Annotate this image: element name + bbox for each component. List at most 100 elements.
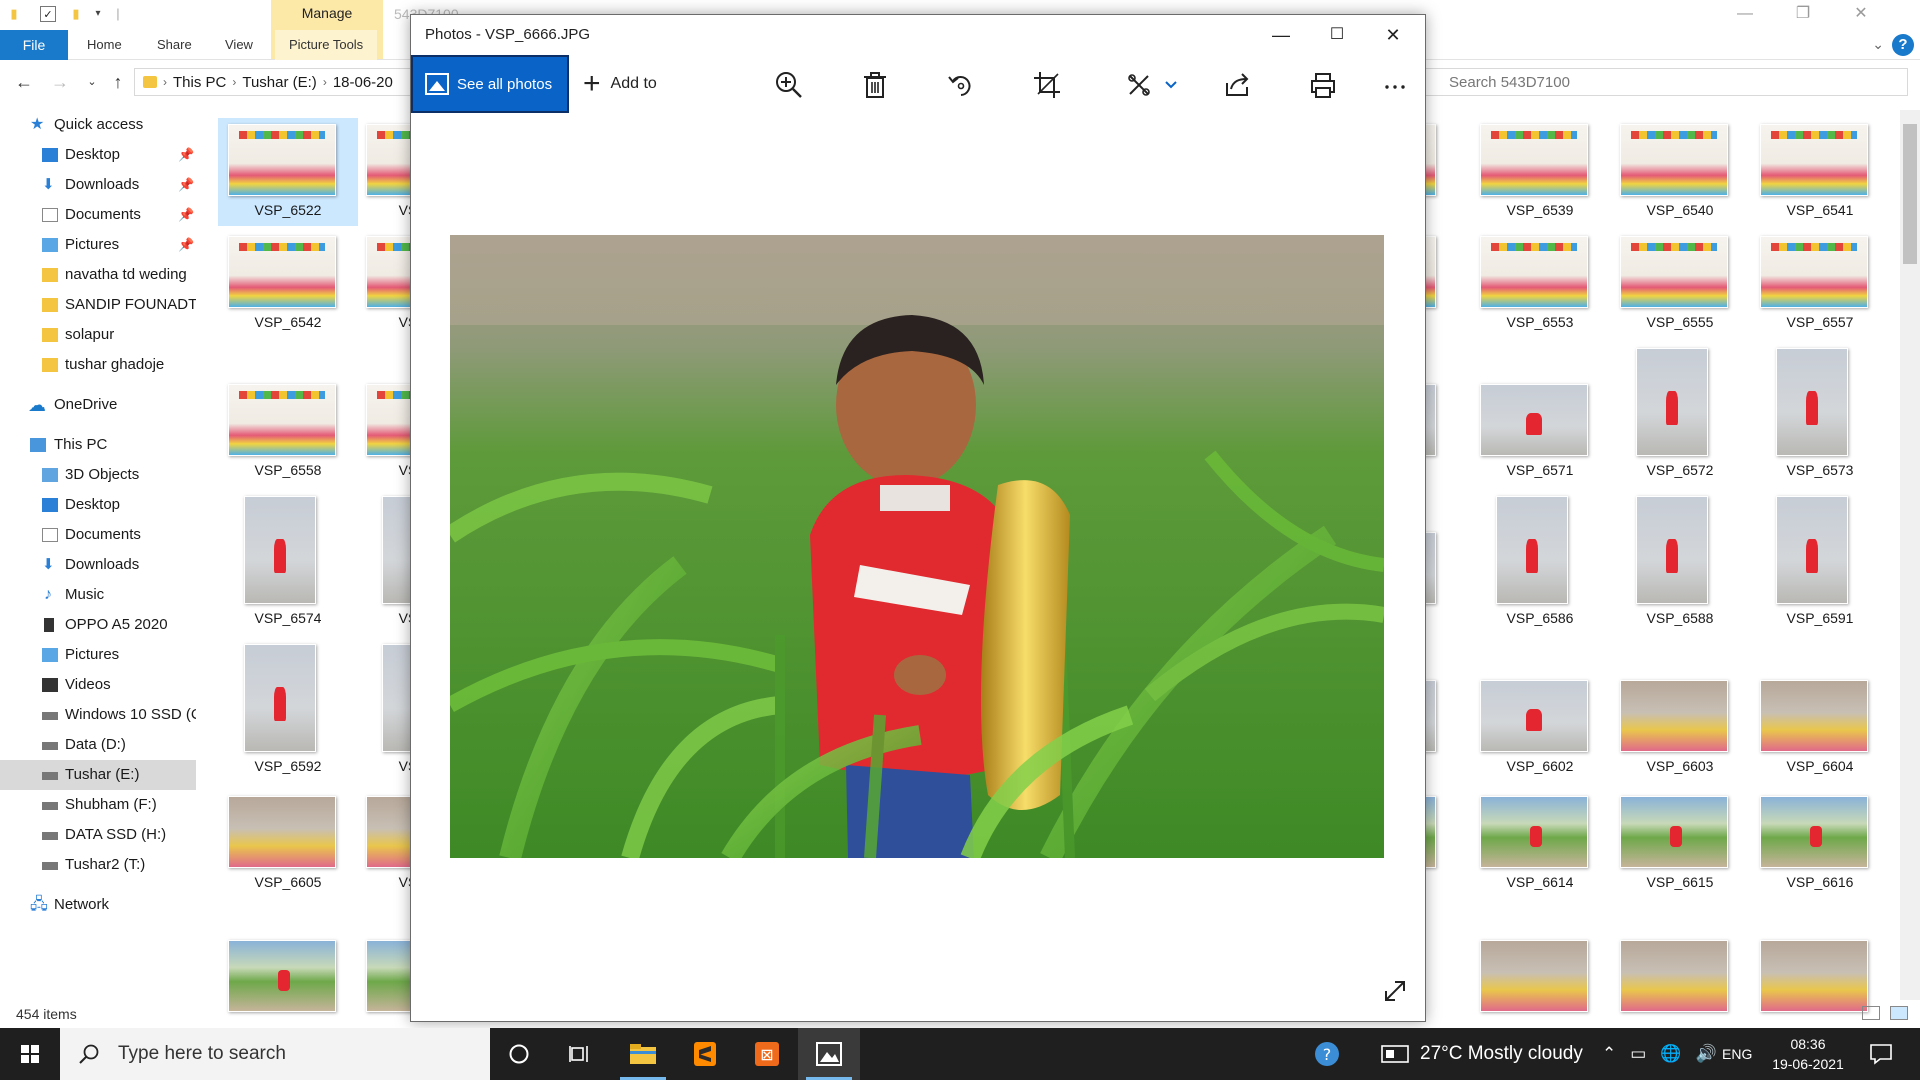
file-thumbnail[interactable]: VSP_6604 — [1750, 674, 1890, 782]
recent-locations-chevron-icon[interactable]: ⌄ — [80, 70, 104, 94]
displayed-photo[interactable] — [450, 235, 1384, 858]
crop-icon[interactable] — [1029, 67, 1065, 103]
maximize-icon[interactable]: ☐ — [1309, 19, 1365, 51]
nav-pc-item[interactable]: Tushar2 (T:) — [0, 850, 196, 880]
more-options-icon[interactable] — [1377, 67, 1413, 103]
up-arrow-icon[interactable]: ↑ — [106, 70, 130, 94]
nav-quick-documents[interactable]: Documents 📌 — [0, 200, 196, 230]
nav-pc-item[interactable]: Data (D:) — [0, 730, 196, 760]
nav-quick-access[interactable]: ★ Quick access — [0, 110, 196, 140]
file-thumbnail[interactable]: VSP_6592 — [218, 644, 358, 782]
file-thumbnail[interactable]: VSP_6557 — [1750, 230, 1890, 338]
chevron-right-icon[interactable]: › — [163, 75, 167, 89]
close-icon[interactable]: ✕ — [1832, 2, 1890, 26]
cortana-icon[interactable] — [488, 1028, 550, 1080]
weather-widget[interactable]: 27°C Mostly cloudy — [1380, 1028, 1583, 1080]
delete-trash-icon[interactable] — [857, 67, 893, 103]
see-all-photos-button[interactable]: See all photos — [411, 55, 569, 113]
explorer-search-input[interactable]: Search 543D7100 — [1420, 68, 1908, 96]
file-thumbnail[interactable]: VSP_6615 — [1610, 790, 1750, 898]
scrollbar-thumb[interactable] — [1903, 124, 1917, 264]
start-button[interactable] — [0, 1028, 60, 1080]
sublime-text-icon[interactable] — [674, 1028, 736, 1080]
tab-share[interactable]: Share — [157, 30, 192, 60]
nav-quick-folder[interactable]: solapur — [0, 320, 196, 350]
nav-pc-item[interactable]: OPPO A5 2020 — [0, 610, 196, 640]
nav-pc-item[interactable]: Shubham (F:) — [0, 790, 196, 820]
chevron-up-icon[interactable]: ⌃ — [1602, 1044, 1616, 1064]
add-to-button[interactable]: + Add to — [583, 69, 657, 99]
nav-pc-item[interactable]: Pictures — [0, 640, 196, 670]
file-thumbnail[interactable]: VSP_6605 — [218, 790, 358, 898]
task-view-icon[interactable] — [550, 1028, 612, 1080]
nav-quick-folder[interactable]: navatha td weding — [0, 260, 196, 290]
chevron-down-icon[interactable]: ⌄ — [1872, 36, 1884, 53]
clock[interactable]: 08:36 19-06-2021 — [1758, 1034, 1858, 1074]
nav-pc-item[interactable]: Videos — [0, 670, 196, 700]
tab-picture-tools[interactable]: Picture Tools — [275, 30, 378, 60]
file-thumbnail[interactable]: VSP_6558 — [218, 378, 358, 486]
file-thumbnail[interactable] — [218, 934, 358, 1042]
file-thumbnail[interactable]: VSP_6573 — [1750, 348, 1890, 486]
share-icon[interactable] — [1219, 67, 1255, 103]
minimize-icon[interactable]: — — [1716, 2, 1774, 26]
file-thumbnail[interactable]: VSP_6571 — [1470, 378, 1610, 486]
address-bar[interactable]: › This PC › Tushar (E:) › 18-06-20 — [134, 68, 424, 96]
nav-quick-desktop[interactable]: Desktop 📌 — [0, 140, 196, 170]
network-globe-icon[interactable]: 🌐 — [1660, 1044, 1681, 1064]
xampp-icon[interactable]: ⊠ — [736, 1028, 798, 1080]
photos-app-taskbar-icon[interactable] — [798, 1028, 860, 1080]
pin-icon[interactable]: 📌 — [178, 230, 194, 260]
zoom-in-icon[interactable] — [771, 67, 807, 103]
file-thumbnail[interactable]: VSP_6572 — [1610, 348, 1750, 486]
pin-icon[interactable]: 📌 — [178, 200, 194, 230]
back-arrow-icon[interactable]: ← — [12, 70, 36, 94]
photos-titlebar[interactable]: Photos - VSP_6666.JPG — ☐ ✕ — [411, 15, 1425, 55]
properties-check-icon[interactable]: ✓ — [40, 6, 56, 22]
pin-icon[interactable]: 📌 — [178, 140, 194, 170]
customize-toolbar-icon[interactable]: ▾ — [90, 6, 106, 22]
print-icon[interactable] — [1305, 67, 1341, 103]
nav-this-pc[interactable]: This PC — [0, 430, 196, 460]
file-thumbnail[interactable]: VSP_6540 — [1610, 118, 1750, 226]
file-thumbnail[interactable]: VSP_6616 — [1750, 790, 1890, 898]
volume-icon[interactable]: 🔊 — [1695, 1044, 1716, 1064]
file-thumbnail[interactable]: VSP_6574 — [218, 496, 358, 634]
nav-quick-pictures[interactable]: Pictures 📌 — [0, 230, 196, 260]
forward-arrow-icon[interactable]: → — [48, 70, 72, 94]
chevron-right-icon[interactable]: › — [232, 75, 236, 89]
expand-fullscreen-icon[interactable] — [1381, 977, 1409, 1005]
close-icon[interactable]: ✕ — [1365, 19, 1421, 51]
nav-pc-item[interactable]: Documents — [0, 520, 196, 550]
nav-pc-item[interactable]: Windows 10 SSD (C — [0, 700, 196, 730]
nav-pc-item[interactable]: Desktop — [0, 490, 196, 520]
file-thumbnail[interactable]: VSP_6588 — [1610, 496, 1750, 634]
nav-pc-item[interactable]: ♪ Music — [0, 580, 196, 610]
file-thumbnail[interactable]: VSP_6614 — [1470, 790, 1610, 898]
edit-enhance-icon[interactable] — [1121, 67, 1157, 103]
language-indicator[interactable]: ENG — [1722, 1028, 1752, 1080]
battery-icon[interactable]: ▭ — [1630, 1044, 1646, 1064]
large-icons-view-icon[interactable] — [1890, 1006, 1908, 1020]
chevron-down-icon[interactable] — [1153, 67, 1177, 103]
file-thumbnail[interactable]: VSP_6555 — [1610, 230, 1750, 338]
nav-quick-folder[interactable]: tushar ghadoje — [0, 350, 196, 380]
chevron-right-icon[interactable]: › — [323, 75, 327, 89]
details-view-icon[interactable] — [1862, 1006, 1880, 1020]
nav-onedrive[interactable]: ☁ OneDrive — [0, 390, 196, 420]
new-folder-icon[interactable]: ▮ — [68, 6, 84, 22]
file-thumbnail[interactable]: VSP_6602 — [1470, 674, 1610, 782]
minimize-icon[interactable]: — — [1253, 19, 1309, 51]
notification-icon[interactable] — [1868, 1028, 1894, 1080]
nav-network[interactable]: 🖧 Network — [0, 890, 196, 920]
nav-pc-item[interactable]: ⬇ Downloads — [0, 550, 196, 580]
file-thumbnail[interactable]: VSP_6586 — [1470, 496, 1610, 634]
breadcrumb-this-pc[interactable]: This PC — [173, 74, 226, 91]
file-thumbnail[interactable] — [1470, 934, 1610, 1042]
nav-pc-item[interactable]: DATA SSD (H:) — [0, 820, 196, 850]
nav-pc-item-selected[interactable]: Tushar (E:) — [0, 760, 196, 790]
help-icon[interactable]: ? — [1892, 34, 1914, 56]
breadcrumb-folder[interactable]: 18-06-20 — [333, 74, 393, 91]
file-thumbnail[interactable]: VSP_6603 — [1610, 674, 1750, 782]
pin-icon[interactable]: 📌 — [178, 170, 194, 200]
